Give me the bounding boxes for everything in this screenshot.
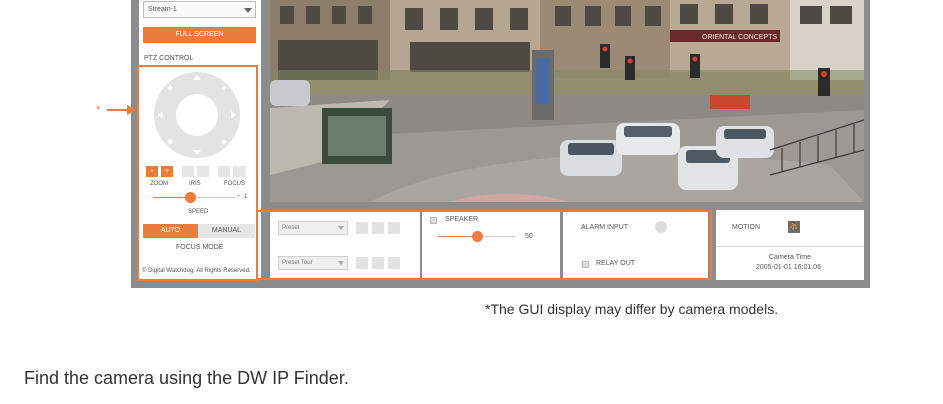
preset-select-value: Preset [282, 225, 300, 231]
speaker-slider-fill [438, 236, 476, 237]
focus-near-button[interactable] [218, 166, 230, 177]
speed-minus-label: - [146, 194, 148, 200]
copyright-text: © Digital Watchdog. All Rights Reserved. [142, 268, 251, 274]
figure-caption: *The GUI display may differ by camera mo… [485, 301, 779, 317]
preset-delete-button[interactable] [388, 222, 400, 234]
camera-time-label: Camera Time [769, 254, 812, 261]
zoom-in-button[interactable]: + [161, 166, 173, 177]
full-screen-button[interactable]: FULL SCREEN [143, 27, 256, 43]
callout-marker: * [96, 104, 101, 116]
chevron-down-icon [338, 261, 344, 265]
arrow-down-icon[interactable] [193, 150, 201, 155]
relay-out-label: RELAY OUT [596, 260, 636, 267]
divider [716, 246, 864, 247]
zoom-label: ZOOM [150, 181, 168, 187]
zoom-out-button[interactable]: - [146, 166, 158, 177]
tour-play-button[interactable] [356, 257, 368, 269]
arrow-left-icon[interactable] [158, 111, 163, 119]
speed-value: 1 [244, 194, 248, 200]
focus-manual-button[interactable]: MANUAL [198, 224, 255, 238]
street-scene-image: ORIENTAL CONCEPTS [270, 0, 864, 202]
speaker-volume-value: 50 [525, 233, 533, 240]
speaker-checkbox[interactable] [430, 217, 437, 224]
focus-mode-label: FOCUS MODE [176, 244, 224, 251]
chevron-down-icon [244, 8, 252, 13]
preset-tour-select-value: Preset Tour [282, 260, 313, 266]
arrow-up-icon[interactable] [193, 75, 201, 80]
speaker-label: SPEAKER [445, 216, 479, 223]
instruction-text: Find the camera using the DW IP Finder. [24, 368, 349, 388]
focus-far-button[interactable] [233, 166, 245, 177]
preset-add-button[interactable] [356, 222, 368, 234]
relay-out-checkbox[interactable] [582, 261, 589, 268]
chevron-down-icon [338, 226, 344, 230]
speaker-panel [422, 210, 560, 280]
iris-open-button[interactable] [197, 166, 209, 177]
shop-sign: ORIENTAL CONCEPTS [702, 34, 777, 41]
stream-select-value: Stream-1 [148, 6, 177, 13]
speed-label: SPEED [188, 209, 209, 215]
preset-select[interactable]: Preset [278, 221, 348, 235]
focus-label: FOCUS [224, 181, 245, 187]
callout-arrow-icon [107, 105, 137, 115]
arrow-right-icon[interactable] [231, 111, 236, 119]
stream-select[interactable]: Stream-1 [143, 1, 256, 18]
preset-tour-select[interactable]: Preset Tour [278, 256, 348, 270]
iris-label: IRIS [189, 181, 201, 187]
camera-time-value: 2005-01-01 16:01:06 [756, 264, 821, 271]
speed-plus-label: + [237, 194, 241, 200]
live-video-view[interactable]: ORIENTAL CONCEPTS [270, 0, 864, 202]
alarm-input-indicator [655, 221, 667, 233]
focus-auto-button[interactable]: AUTO [143, 224, 198, 238]
iris-close-button[interactable] [182, 166, 194, 177]
motion-label: MOTION [732, 224, 760, 231]
preset-go-button[interactable] [372, 222, 384, 234]
ptz-control-label: PTZ CONTROL [144, 55, 194, 62]
motion-icon: ⛹ [788, 221, 800, 233]
alarm-relay-panel [563, 210, 708, 280]
alarm-input-label: ALARM INPUT [581, 224, 629, 231]
tour-stop-button[interactable] [372, 257, 384, 269]
ptz-joystick-center [176, 94, 218, 136]
tour-edit-button[interactable] [388, 257, 400, 269]
speed-slider-handle[interactable] [185, 192, 196, 203]
speaker-slider-handle[interactable] [472, 231, 483, 242]
